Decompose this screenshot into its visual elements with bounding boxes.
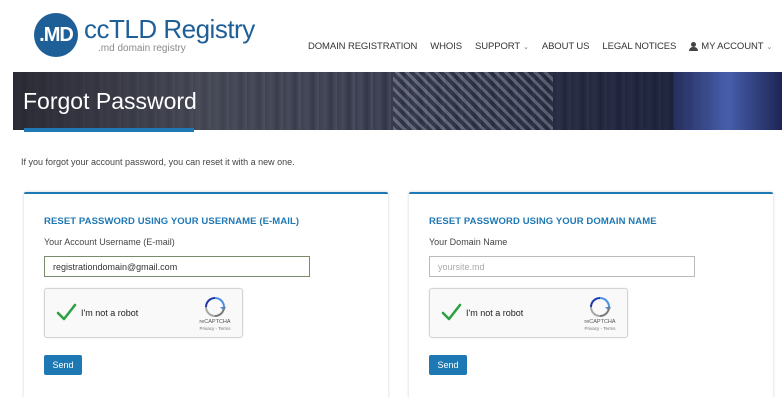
recaptcha-label: I'm not a robot xyxy=(466,308,524,318)
recaptcha-logo-icon xyxy=(205,297,226,317)
recaptcha-widget[interactable]: I'm not a robot reCAPTCHA Privacy - Term… xyxy=(429,288,628,338)
nav-support[interactable]: SUPPORT ⌄ xyxy=(475,41,529,52)
user-icon xyxy=(689,42,699,51)
nav-my-account[interactable]: MY ACCOUNT ⌄ xyxy=(689,41,772,52)
checkmark-icon[interactable] xyxy=(55,301,77,323)
checkmark-icon[interactable] xyxy=(440,301,462,323)
send-button[interactable]: Send xyxy=(44,355,82,375)
domain-name-input[interactable] xyxy=(429,256,695,277)
reset-by-username-panel: RESET PASSWORD USING YOUR USERNAME (E-MA… xyxy=(24,192,388,398)
title-underline xyxy=(24,128,194,132)
nav-domain-registration[interactable]: DOMAIN REGISTRATION xyxy=(308,41,417,52)
site-logo[interactable]: .MD ccTLD Registry .md domain registry xyxy=(34,13,255,57)
recaptcha-logo-icon xyxy=(590,297,611,317)
recaptcha-terms-link[interactable]: Privacy - Terms xyxy=(578,326,622,331)
nav-whois[interactable]: WHOIS xyxy=(430,41,462,52)
logo-title: ccTLD Registry xyxy=(84,14,255,44)
recaptcha-brand: reCAPTCHA xyxy=(199,319,231,325)
nav-about-us[interactable]: ABOUT US xyxy=(542,41,590,52)
nav-legal-notices[interactable]: LEGAL NOTICES xyxy=(602,41,676,52)
intro-text: If you forgot your account password, you… xyxy=(21,157,295,167)
page-title: Forgot Password xyxy=(23,88,197,114)
recaptcha-widget[interactable]: I'm not a robot reCAPTCHA Privacy - Term… xyxy=(44,288,243,338)
send-button[interactable]: Send xyxy=(429,355,467,375)
panel-title: RESET PASSWORD USING YOUR DOMAIN NAME xyxy=(429,216,657,227)
site-header: .MD ccTLD Registry .md domain registry D… xyxy=(0,0,782,72)
page-banner: Forgot Password xyxy=(13,72,782,130)
logo-badge: .MD xyxy=(34,13,78,57)
recaptcha-label: I'm not a robot xyxy=(81,308,139,318)
username-email-input[interactable] xyxy=(44,256,310,277)
domain-label: Your Domain Name xyxy=(429,237,508,247)
chevron-down-icon: ⌄ xyxy=(523,43,529,51)
main-nav: DOMAIN REGISTRATION WHOIS SUPPORT ⌄ ABOU… xyxy=(308,41,782,52)
recaptcha-terms-link[interactable]: Privacy - Terms xyxy=(193,326,237,331)
banner-decoration xyxy=(393,72,553,130)
username-label: Your Account Username (E-mail) xyxy=(44,237,175,247)
banner-decoration xyxy=(673,72,782,130)
logo-subtitle: .md domain registry xyxy=(98,43,186,54)
reset-by-domain-panel: RESET PASSWORD USING YOUR DOMAIN NAME Yo… xyxy=(409,192,773,398)
chevron-down-icon: ⌄ xyxy=(766,43,773,51)
recaptcha-brand: reCAPTCHA xyxy=(584,319,616,325)
panel-title: RESET PASSWORD USING YOUR USERNAME (E-MA… xyxy=(44,216,300,227)
